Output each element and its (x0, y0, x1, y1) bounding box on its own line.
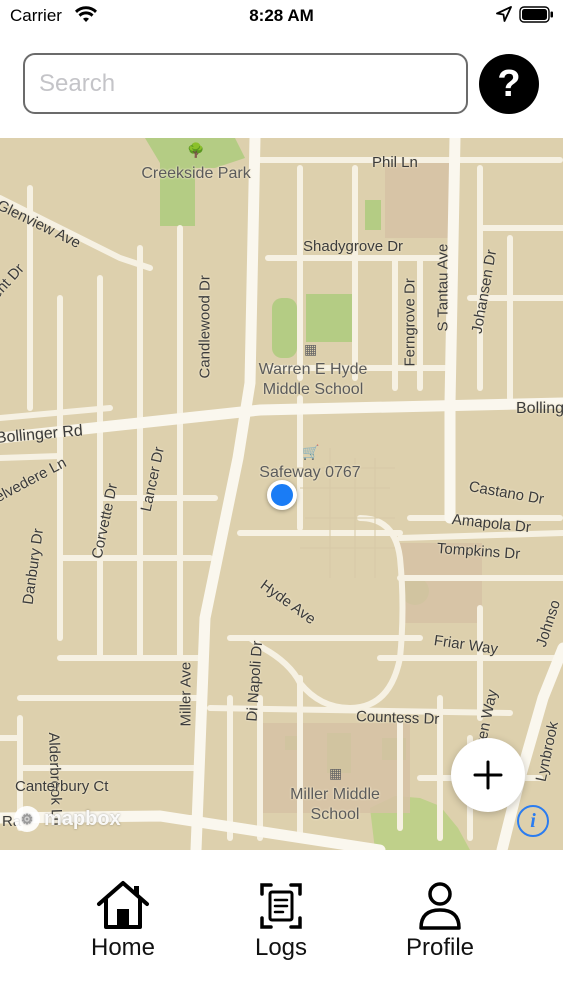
mapbox-wordmark: mapbox (44, 807, 121, 830)
add-button[interactable] (451, 738, 525, 812)
search-input[interactable] (39, 55, 449, 112)
plus-icon (473, 760, 503, 790)
school-icon: ▦ (304, 341, 318, 357)
help-button[interactable]: ? (479, 54, 539, 114)
poi-warren-school: Warren E Hyde Middle School (258, 361, 368, 398)
tab-label: Logs (254, 934, 308, 961)
attribution-info-button[interactable]: i (517, 805, 549, 837)
info-icon: i (530, 809, 536, 832)
street-label: Canterbury Ct (15, 778, 109, 795)
street-label: Ferngrove Dr (401, 278, 419, 367)
battery-icon (519, 6, 553, 23)
school-icon: ▦ (329, 765, 343, 781)
tab-logs[interactable]: Logs (226, 880, 336, 964)
tab-bar: Home Logs Profile (0, 850, 563, 1000)
poi-creekside-park: Creekside Park (141, 165, 251, 182)
park-icon: 🌳 (187, 142, 205, 158)
street-label: Shadygrove Dr (303, 238, 404, 255)
user-location-marker (267, 480, 297, 510)
poi-miller-school: Miller Middle School (290, 786, 380, 823)
search-bar[interactable] (23, 53, 468, 114)
mapbox-mark-icon: ⚙ (14, 806, 40, 832)
home-icon (97, 881, 149, 929)
street-label: Countess Dr (355, 708, 440, 728)
street-label: S Tantau Ave (434, 243, 452, 332)
street-label: Bolling (516, 400, 563, 417)
tab-home[interactable]: Home (68, 880, 178, 964)
street-label: Phil Ln (372, 154, 418, 171)
clock: 8:28 AM (249, 6, 314, 25)
street-label: Candlewood Dr (196, 275, 214, 379)
street-label: Miller Ave (177, 661, 195, 727)
poi-safeway: Safeway 0767 (259, 464, 361, 481)
tab-profile[interactable]: Profile (385, 880, 495, 964)
help-icon: ? (497, 62, 521, 105)
location-arrow-icon (496, 6, 512, 22)
map-view[interactable]: Phil Ln Glenview Ave ent Dr Candlewood D… (0, 138, 563, 850)
tab-label: Home (90, 934, 156, 961)
status-bar: Carrier 8:28 AM (0, 0, 563, 32)
shopping-cart-icon: 🛒 (302, 444, 320, 460)
tab-label: Profile (405, 934, 475, 961)
mapbox-logo[interactable]: ⚙ mapbox (14, 806, 121, 832)
logs-icon (260, 883, 302, 929)
profile-icon (419, 882, 461, 930)
